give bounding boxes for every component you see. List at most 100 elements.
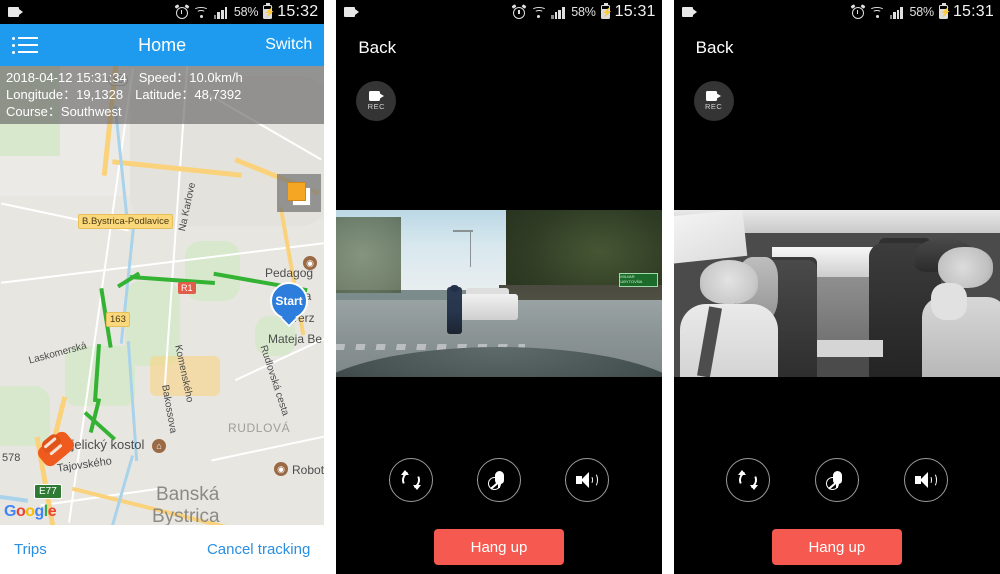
camcorder-icon [8,7,23,17]
switch-button[interactable]: Switch [265,36,312,54]
battery-charging-icon [938,3,951,19]
status-bar-left [344,7,512,17]
camcorder-icon [344,7,360,17]
panel-front-camera-call: 58% 15:31 Back REC [336,0,662,574]
status-bar-front-cam: 58% 15:31 [336,0,662,24]
status-bar-right: 58% 15:32 [174,3,319,21]
record-button[interactable]: REC [693,81,734,121]
cabin-camera-stream[interactable] [673,210,1000,377]
cell-signal-icon [551,6,566,19]
telemetry-overlay: 2018-04-12 15:31:34 Speed：10.0km/h Longit… [0,66,325,124]
back-button[interactable]: Back [336,24,661,58]
telemetry-line-3: Course：Southwest [6,103,318,120]
map-road-number: 578 [2,452,21,464]
map-city-label: Bystrica [152,506,220,525]
status-bar-left [681,7,851,17]
telemetry-latitude: Latitude：48,7392 [135,87,242,102]
map-poi-label: Robot [292,463,325,477]
wifi-icon [869,6,885,19]
telemetry-course: Course：Southwest [6,104,122,119]
microphone-muted-icon [487,469,510,491]
wifi-icon [193,6,209,19]
swap-camera-icon [736,468,760,492]
swap-camera-icon [399,468,423,492]
call-screen-cabin: Back REC Hang up [673,24,1000,574]
mute-microphone-button[interactable] [476,458,521,502]
start-marker[interactable]: Start [270,282,308,328]
battery-percent: 58% [571,5,596,19]
record-button[interactable]: REC [356,81,397,121]
cell-signal-icon [213,6,229,19]
speaker-button[interactable] [903,458,948,502]
call-screen-front: Back REC MILVAR UBYTOVŇA Hang up [336,24,662,574]
google-attribution: Google [4,503,57,520]
map-poi-label: Mateja Be [268,332,323,346]
map-canvas: 50 B.Bystrica-Podlavice Na Karlove R1 16… [0,66,325,525]
status-bar-clock: 15:31 [952,3,994,20]
map-road-badge: 163 [106,312,130,327]
map-road-shield: R1 [178,282,196,294]
record-button-label: REC [704,102,723,111]
status-bar-clock: 15:31 [614,3,656,20]
hamburger-menu-icon[interactable] [12,36,38,54]
alarm-clock-icon [174,4,190,19]
hang-up-button[interactable]: Hang up [433,529,564,565]
speaker-button[interactable] [565,458,610,502]
speaker-on-icon [914,470,938,490]
panel-divider [661,0,674,574]
cell-signal-icon [889,6,905,19]
app-bar: Home Switch [0,24,325,66]
map-poi-icon: ⌂ [152,439,166,453]
trips-button[interactable]: Trips [14,541,47,558]
panel-map-tracking: 58% 15:32 Home Switch [0,0,325,574]
camcorder-icon [368,91,384,101]
speaker-on-icon [575,470,599,490]
wifi-icon [531,6,547,19]
bottom-action-bar: Trips Cancel tracking [0,525,325,574]
telemetry-speed: Speed：10.0km/h [138,70,243,85]
status-bar-clock: 15:32 [277,3,319,20]
panel-cabin-camera-call: 58% 15:31 Back REC [673,0,1000,574]
telemetry-timestamp: 2018-04-12 15:31:34 [6,70,127,85]
status-bar-right: 58% 15:31 [511,3,656,21]
map-view[interactable]: 50 B.Bystrica-Podlavice Na Karlove R1 16… [0,66,325,525]
map-layers-icon[interactable] [277,174,322,212]
map-poi-icon: ◉ [303,256,317,270]
map-city-label: Banská [156,484,220,505]
road-sign: MILVAR UBYTOVŇA [619,273,659,287]
camcorder-icon [706,91,722,101]
map-area-label: RUDLOVÁ [228,421,291,435]
camcorder-icon [681,7,697,17]
record-button-label: REC [367,102,385,111]
map-place-badge: B.Bystrica-Podlavice [78,214,174,229]
alarm-clock-icon [511,4,527,19]
switch-camera-button[interactable] [726,458,771,502]
map-poi-icon: ◉ [274,462,288,476]
status-bar-map: 58% 15:32 [0,0,325,24]
map-euro-road-shield: E77 [34,484,62,499]
battery-charging-icon [263,3,276,19]
telemetry-longitude: Longitude：19,1328 [6,87,124,102]
front-dashcam-stream[interactable]: MILVAR UBYTOVŇA [336,210,662,377]
status-bar-right: 58% 15:31 [850,3,994,21]
back-button[interactable]: Back [674,24,1000,58]
switch-camera-button[interactable] [388,458,433,502]
battery-percent: 58% [233,5,259,19]
battery-percent: 58% [909,5,935,19]
battery-charging-icon [600,3,613,19]
hang-up-button[interactable]: Hang up [771,529,902,565]
status-bar-left [8,7,175,17]
alarm-clock-icon [850,4,866,19]
dashcam-image: MILVAR UBYTOVŇA [336,210,662,377]
call-controls-cabin [674,458,1000,502]
panel-divider [324,0,337,574]
microphone-muted-icon [825,469,848,491]
cabin-image [673,210,1000,377]
three-phone-screenshots: 58% 15:32 Home Switch [0,0,1000,574]
telemetry-line-1: 2018-04-12 15:31:34 Speed：10.0km/h [6,69,318,86]
mute-microphone-button[interactable] [814,458,859,502]
cancel-tracking-button[interactable]: Cancel tracking [207,541,310,558]
call-controls-front [336,458,661,502]
status-bar-cabin-cam: 58% 15:31 [673,0,1000,24]
telemetry-line-2: Longitude：19,1328 Latitude：48,7392 [6,86,318,103]
